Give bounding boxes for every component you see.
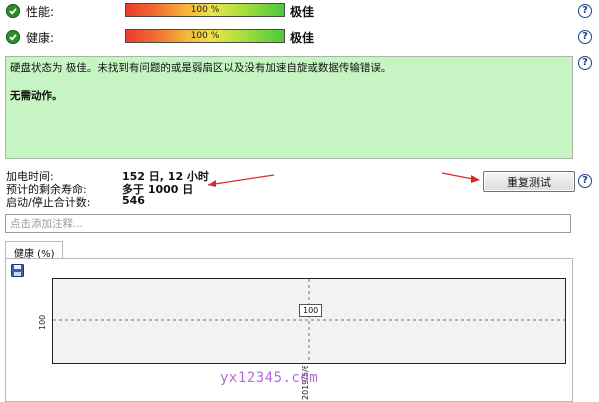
status-description-line: 硬盘状态为 极佳。未找到有问题的或是弱扇区以及没有加速自旋或数据传输错误。 [10,62,392,74]
y-tick-label: 100 [38,314,47,330]
comment-input[interactable] [5,214,571,233]
help-icon[interactable]: ? [578,56,592,70]
chart-plot-area [52,278,566,364]
start-stop-count-label: 启动/停止合计数: [6,196,91,209]
watermark-text: yx12345.com [220,370,319,386]
hd-sentinel-overview: 性能: 100 % 极佳 ? 健康: 100 % 极佳 ? 硬盘状态为 极佳。未… [0,0,599,402]
performance-status: 极佳 [290,5,315,19]
status-description-box: 硬盘状态为 极佳。未找到有问题的或是弱扇区以及没有加速自旋或数据传输错误。 无需… [5,56,573,159]
health-meter-value: 100 % [190,31,220,41]
help-icon[interactable]: ? [578,4,592,18]
health-status: 极佳 [290,31,315,45]
check-icon [6,4,20,18]
performance-label: 性能: [26,5,55,19]
performance-meter: 100 % [125,3,285,17]
start-stop-count-value: 546 [122,194,145,207]
annotation-arrow [207,174,275,187]
health-label: 健康: [26,31,55,45]
y-axis: 100 [38,302,50,342]
save-icon[interactable] [11,264,24,277]
health-meter: 100 % [125,29,285,43]
performance-meter-value: 100 % [190,5,220,15]
data-point-label: 100 [299,304,323,317]
retest-button-label: 重复测试 [507,175,551,189]
chart-grid [53,279,565,363]
help-icon[interactable]: ? [578,30,592,44]
annotation-arrow [441,172,480,183]
help-icon[interactable]: ? [578,174,592,188]
retest-button[interactable]: 重复测试 [483,171,575,192]
action-required-text: 无需动作。 [10,90,63,103]
check-icon [6,30,20,44]
